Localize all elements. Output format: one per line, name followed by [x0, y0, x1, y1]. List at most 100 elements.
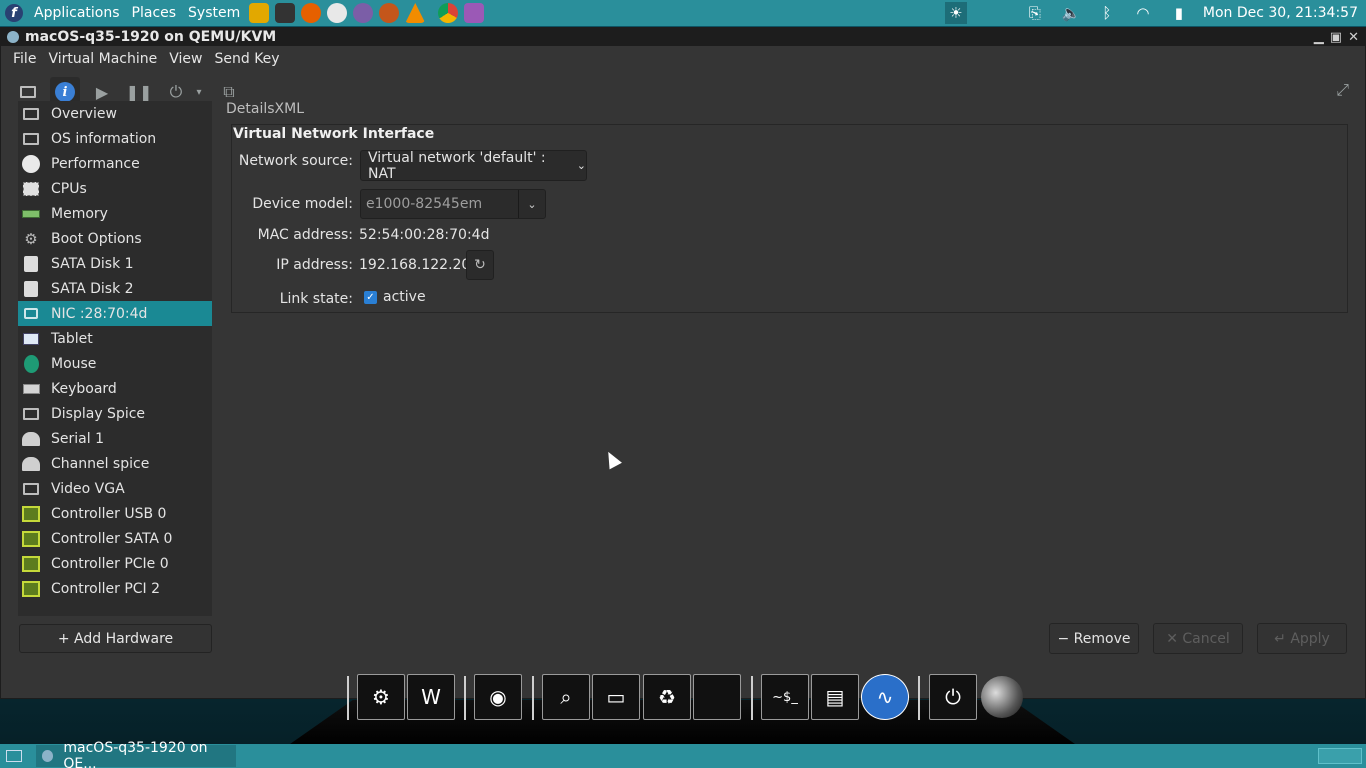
sidebar-item[interactable]: Performance	[18, 151, 212, 176]
brightness-icon[interactable]: ☀	[944, 2, 967, 24]
show-desktop-icon[interactable]	[6, 750, 22, 762]
link-state-value[interactable]: active	[383, 289, 426, 305]
menu-virtual-machine[interactable]: Virtual Machine	[42, 51, 163, 67]
virt-manager-icon	[42, 750, 54, 762]
sidebar-item[interactable]: Mouse	[18, 351, 212, 376]
taskbar: macOS-q35-1920 on QE...	[0, 740, 1366, 768]
display-dock-icon[interactable]: ▭	[592, 674, 640, 720]
menu-send-key[interactable]: Send Key	[208, 51, 285, 67]
sidebar-item-label: CPUs	[51, 180, 87, 197]
ubuntu-dock-icon[interactable]: ⚙	[357, 674, 405, 720]
sidebar-item-label: Controller USB 0	[51, 505, 167, 522]
fullscreen-icon[interactable]: ⤢	[1336, 80, 1349, 100]
apply-button[interactable]: ↵ Apply	[1257, 623, 1347, 654]
dock-separator	[751, 676, 753, 720]
vlc-launcher-icon[interactable]	[405, 3, 426, 23]
terminal-launcher-icon[interactable]	[275, 3, 296, 23]
info-icon: i	[55, 82, 75, 102]
sidebar-item[interactable]: Display Spice	[18, 401, 212, 426]
mail-launcher-icon[interactable]	[327, 3, 348, 23]
view-tabs: Details XML	[226, 101, 304, 117]
places-menu[interactable]: Places	[126, 0, 183, 26]
sidebar-item[interactable]: Overview	[18, 101, 212, 126]
menubar: File Virtual Machine View Send Key	[1, 46, 1365, 72]
firefox-launcher-icon[interactable]	[301, 3, 322, 23]
sidebar-item-label: Mouse	[51, 355, 97, 372]
clock[interactable]: Mon Dec 30, 21:34:57	[1197, 5, 1366, 21]
document-launcher-icon[interactable]	[464, 3, 485, 23]
cpu-icon	[22, 180, 40, 198]
tab-xml[interactable]: XML	[275, 101, 304, 117]
system-menu[interactable]: System	[182, 0, 246, 26]
screenshot-icon[interactable]: ⎘	[1024, 2, 1046, 24]
chat-launcher-icon[interactable]	[353, 3, 374, 23]
refresh-ip-button[interactable]: ↻	[466, 250, 494, 280]
sidebar-item[interactable]: Controller PCI 2	[18, 576, 212, 601]
chrome-launcher-icon[interactable]	[438, 3, 459, 23]
applications-menu[interactable]: Applications	[28, 0, 126, 26]
sidebar-item[interactable]: Video VGA	[18, 476, 212, 501]
add-hardware-button[interactable]: + Add Hardware	[19, 624, 212, 653]
nic-details-panel: Virtual Network Interface Network source…	[231, 124, 1348, 313]
writer-dock-icon[interactable]: W	[407, 674, 455, 720]
chevron-down-icon[interactable]: ⌄	[519, 198, 545, 211]
power-dock-icon[interactable]: ⏻	[929, 674, 977, 720]
file-manager-launcher-icon[interactable]	[249, 3, 270, 23]
close-icon[interactable]: ✕	[1348, 30, 1359, 45]
network-source-select[interactable]: Virtual network 'default' : NAT ⌄	[360, 150, 587, 182]
crt-launcher-icon[interactable]	[379, 3, 400, 23]
trash-dock-icon[interactable]: ♻	[643, 674, 691, 720]
sidebar-item[interactable]: Memory	[18, 201, 212, 226]
mac-address-label: MAC address:	[257, 227, 353, 243]
fedora-logo-icon[interactable]: f	[0, 0, 28, 26]
sidebar-item[interactable]: Tablet	[18, 326, 212, 351]
sidebar-item-label: Keyboard	[51, 380, 117, 397]
sidebar-item[interactable]: NIC :28:70:4d	[18, 301, 212, 326]
sidebar-item[interactable]: OS information	[18, 126, 212, 151]
volume-icon[interactable]: 🔈	[1060, 2, 1082, 24]
bluetooth-icon[interactable]: ᛒ	[1096, 2, 1118, 24]
sidebar-item[interactable]: ⚙ Boot Options	[18, 226, 212, 251]
tab-details[interactable]: Details	[226, 101, 275, 117]
device-model-label: Device model:	[252, 196, 353, 212]
performance-icon	[22, 154, 40, 173]
system-monitor-dock-icon[interactable]: ∿	[861, 674, 909, 720]
monitor-icon	[22, 130, 40, 148]
sidebar-item[interactable]: SATA Disk 1	[18, 251, 212, 276]
controller-icon	[22, 530, 40, 548]
device-model-combo[interactable]: e1000-82545em ⌄	[360, 189, 546, 219]
empty-dock-icon[interactable]	[693, 674, 741, 720]
sidebar-item[interactable]: Channel spice	[18, 451, 212, 476]
device-model-input[interactable]: e1000-82545em	[361, 190, 519, 218]
remove-button[interactable]: − Remove	[1049, 623, 1139, 654]
sidebar-item[interactable]: Serial 1	[18, 426, 212, 451]
search-dock-icon[interactable]: ⌕	[542, 674, 590, 720]
minimize-icon[interactable]: ▁	[1314, 30, 1324, 45]
dock-separator	[532, 676, 534, 720]
sidebar-item[interactable]: Controller PCIe 0	[18, 551, 212, 576]
moon-dock-icon[interactable]	[981, 676, 1023, 718]
firefox-dock-icon[interactable]: ◉	[474, 674, 522, 720]
menu-file[interactable]: File	[7, 51, 42, 67]
sidebar-item[interactable]: Controller USB 0	[18, 501, 212, 526]
menu-view[interactable]: View	[163, 51, 208, 67]
taskbar-window-button[interactable]: macOS-q35-1920 on QE...	[36, 740, 236, 768]
sidebar-item[interactable]: Controller SATA 0	[18, 526, 212, 551]
window-titlebar[interactable]: macOS-q35-1920 on QEMU/KVM ▁ ▣ ✕	[1, 28, 1365, 46]
sidebar-item-label: Performance	[51, 155, 140, 172]
wifi-icon[interactable]: ◠	[1132, 2, 1154, 24]
sidebar-item-label: OS information	[51, 130, 157, 147]
pause-icon: ❚❚	[125, 82, 153, 102]
link-state-checkbox[interactable]: ✓	[364, 291, 377, 304]
mouse-icon	[22, 354, 40, 373]
sidebar-item[interactable]: Keyboard	[18, 376, 212, 401]
folder-dock-icon[interactable]: ▤	[811, 674, 859, 720]
battery-icon[interactable]: ▮	[1168, 2, 1190, 24]
cancel-button[interactable]: ✕ Cancel	[1153, 623, 1243, 654]
monitor-icon	[22, 105, 40, 123]
sidebar-item[interactable]: CPUs	[18, 176, 212, 201]
sidebar-item[interactable]: SATA Disk 2	[18, 276, 212, 301]
terminal-dock-icon[interactable]: ~$_	[761, 674, 809, 720]
workspace-switcher[interactable]	[1318, 748, 1362, 764]
maximize-icon[interactable]: ▣	[1330, 30, 1342, 45]
